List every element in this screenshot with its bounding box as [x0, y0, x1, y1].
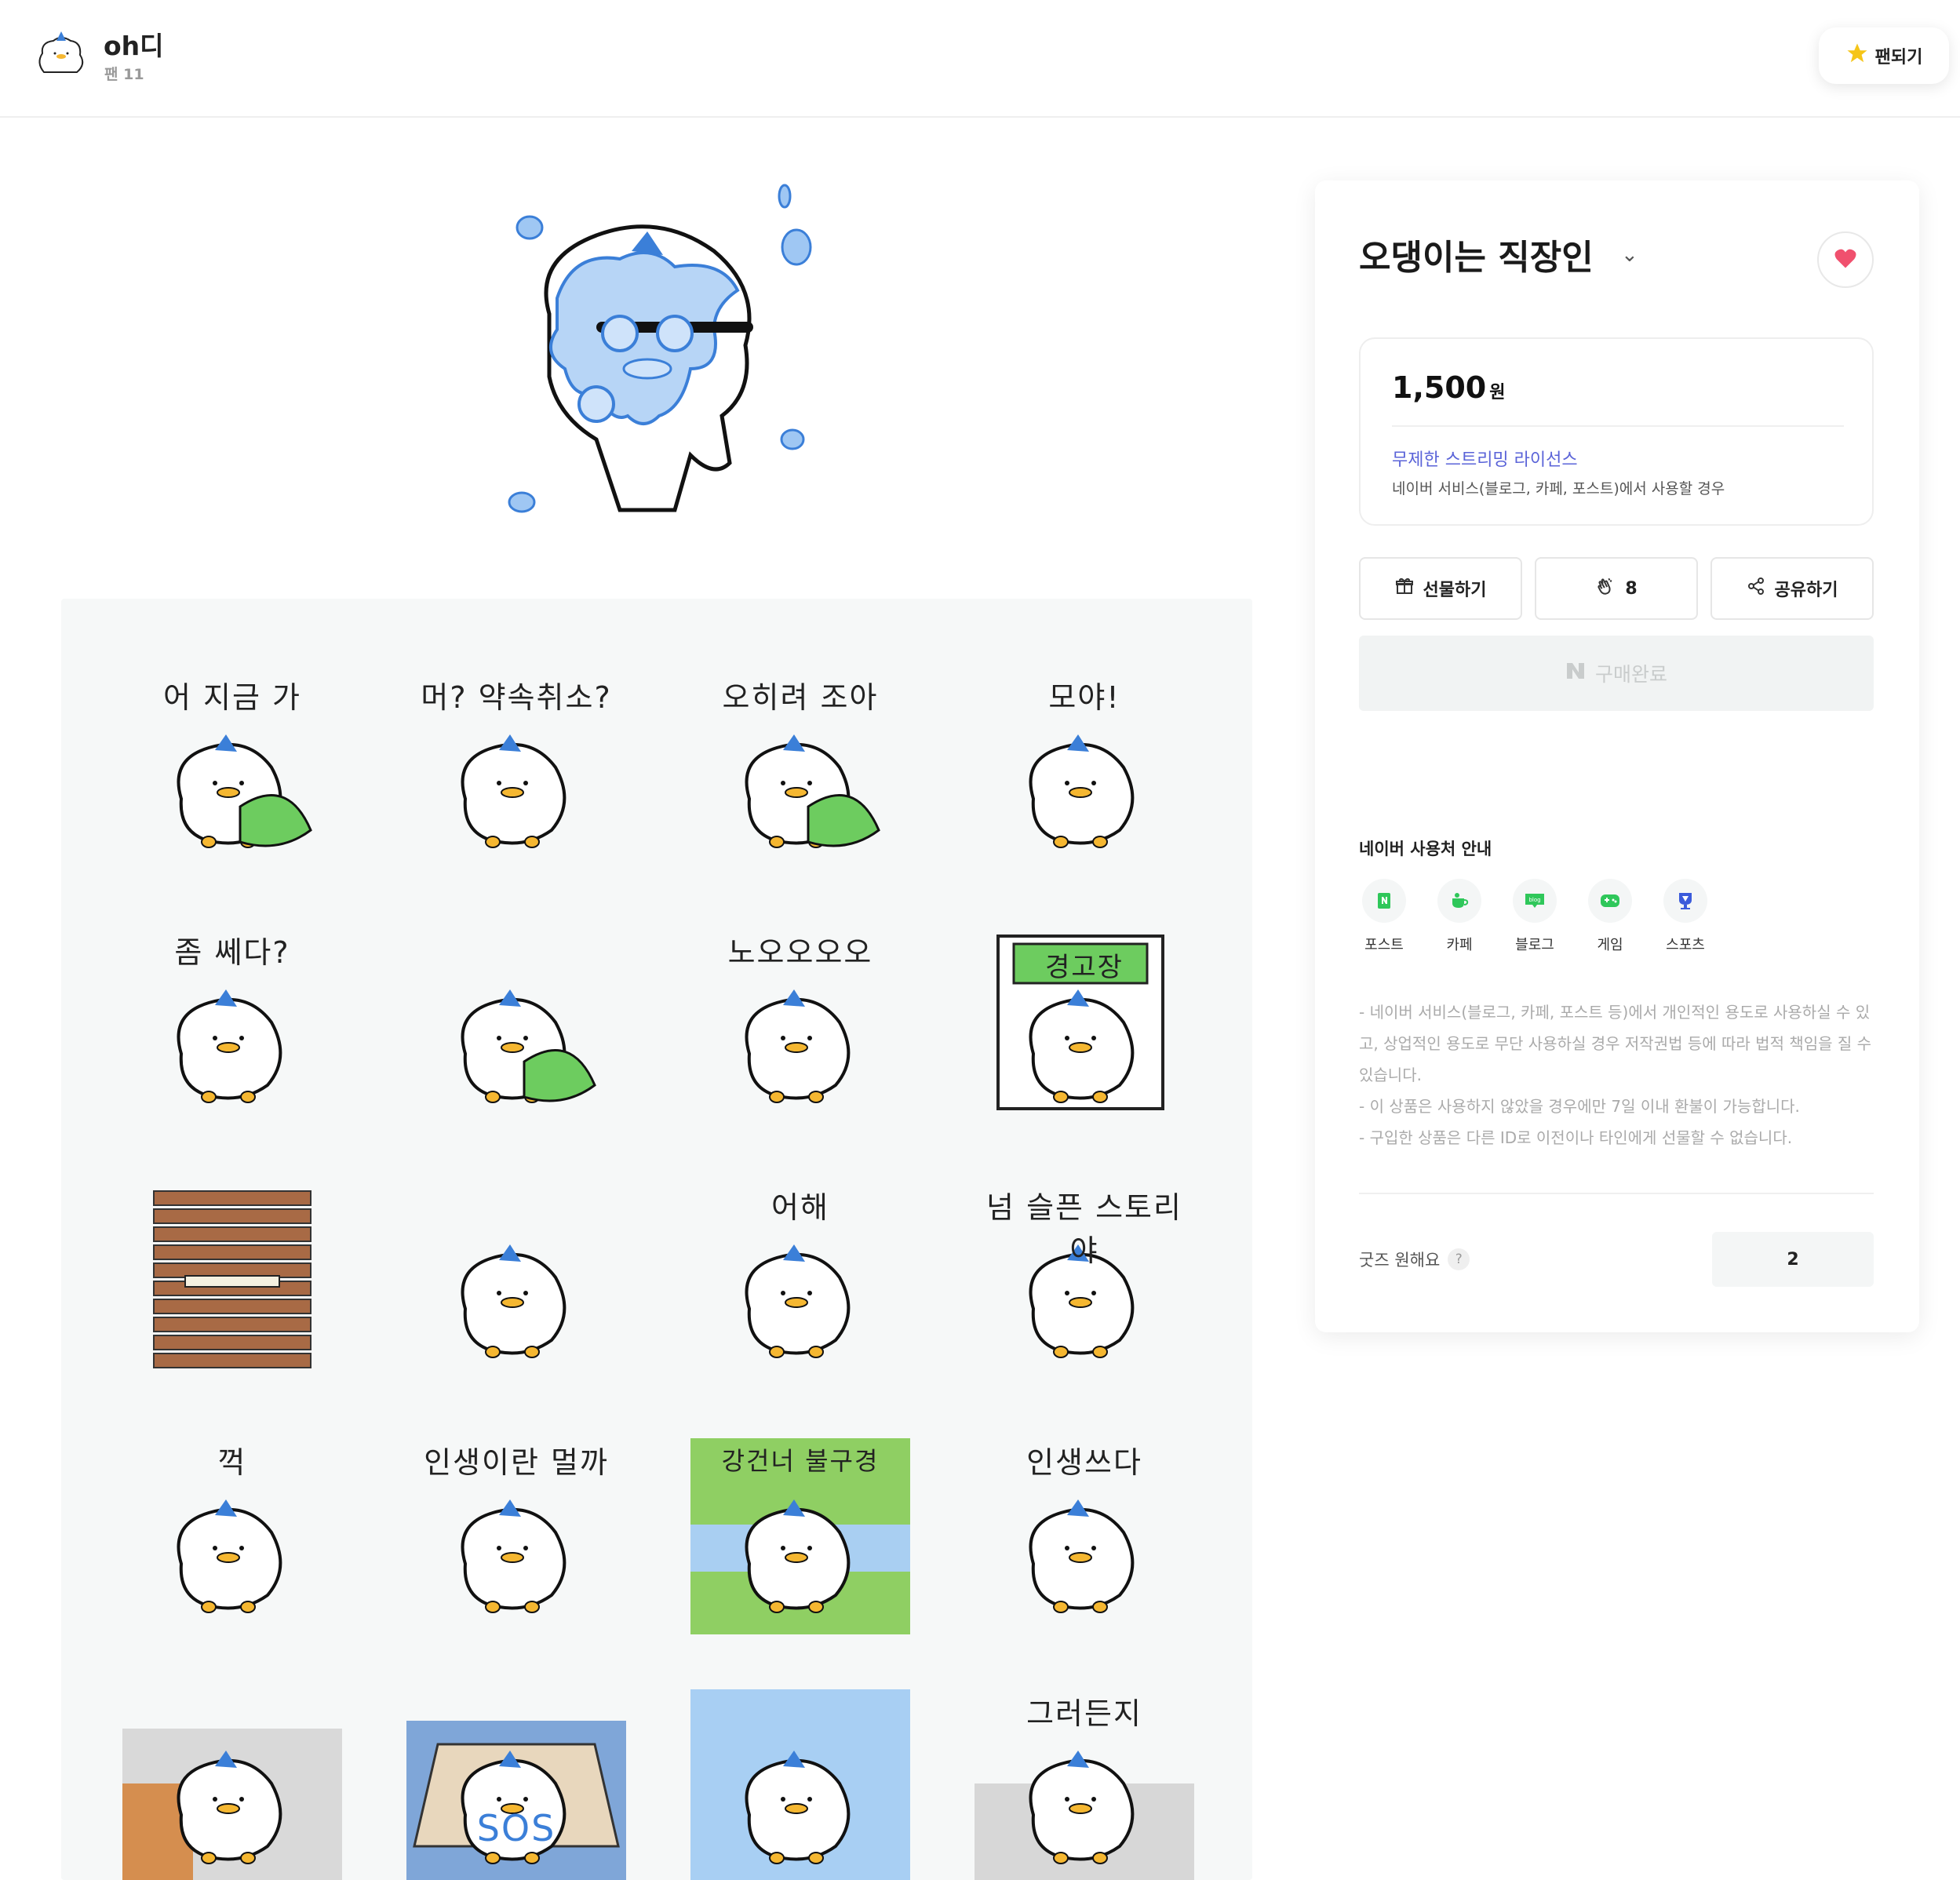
- sticker-item[interactable]: [122, 1689, 342, 1880]
- usage-label: 포스트: [1364, 937, 1404, 953]
- sticker-caption: 좀 쎄다?: [174, 935, 290, 970]
- share-label: 공유하기: [1774, 581, 1838, 600]
- sticker-item[interactable]: 오히려 조아: [690, 673, 910, 869]
- svg-text:blog: blog: [1528, 897, 1540, 903]
- sticker-grid: 어 지금 가 머? 약속취소? 오히려 조아 모야! 좀 쎄다? 노오오오오 경고장어해 넘 …: [61, 599, 1252, 1880]
- sticker-caption: 오히려 조아: [722, 680, 879, 715]
- license-description: 네이버 서비스(블로그, 카페, 포스트)에서 사용할 경우: [1392, 480, 1725, 497]
- sticker-caption: 모야!: [1048, 680, 1120, 715]
- sticker-item[interactable]: 모야!: [975, 673, 1194, 869]
- sticker-item[interactable]: 인생이란 멀까: [406, 1438, 626, 1634]
- game-icon: [1588, 879, 1632, 923]
- gift-label: 선물하기: [1423, 581, 1487, 600]
- blog-icon: blog: [1513, 879, 1557, 923]
- sticker-item[interactable]: 인생쓰다: [975, 1438, 1194, 1634]
- usage-title: 네이버 사용처 안내: [1359, 840, 1492, 858]
- sticker-caption: 머? 약속취소?: [421, 680, 612, 715]
- sticker-item[interactable]: [406, 1183, 626, 1379]
- usage-item-cafe: 카페: [1428, 879, 1491, 954]
- notice-line: - 이 상품은 사용하지 않았을 경우에만 7일 이내 환불이 가능합니다.: [1359, 1097, 1800, 1116]
- sticker-caption: 노오오오오: [727, 935, 873, 970]
- usage-item-blog: blog 블로그: [1503, 879, 1566, 954]
- divider: [1392, 425, 1844, 427]
- usage-item-sports: 스포츠: [1654, 879, 1717, 954]
- chevron-down-icon[interactable]: ⌄: [1621, 243, 1638, 267]
- pack-title: 오댕이는 직장인: [1359, 238, 1594, 278]
- sticker-caption: 넘 슬픈 스토리야: [986, 1190, 1182, 1268]
- share-icon: [1747, 577, 1765, 600]
- usage-label: 카페: [1446, 937, 1473, 953]
- sticker-caption: 강건너 불구경: [721, 1446, 880, 1476]
- usage-notice: - 네이버 서비스(블로그, 카페, 포스트 등)에서 개인적인 용도로 사용하…: [1359, 996, 1877, 1153]
- like-button[interactable]: [1817, 231, 1874, 288]
- usage-item-post: 포스트: [1353, 879, 1415, 954]
- sticker-item[interactable]: 머? 약속취소?: [406, 673, 626, 869]
- gift-button[interactable]: 선물하기: [1359, 557, 1522, 620]
- cafe-icon: [1437, 879, 1481, 923]
- sticker-item[interactable]: [122, 1183, 342, 1379]
- sticker-item[interactable]: 어해: [690, 1183, 910, 1379]
- heart-icon: [1834, 247, 1857, 272]
- fan-button-label: 팬되기: [1874, 48, 1923, 67]
- sticker-caption: 꺽: [217, 1445, 247, 1480]
- post-icon: [1362, 879, 1406, 923]
- sticker-item[interactable]: SOS: [406, 1689, 626, 1880]
- sticker-item[interactable]: 그러든지: [975, 1689, 1194, 1880]
- sticker-item[interactable]: 강건너 불구경: [690, 1438, 910, 1634]
- fan-button[interactable]: 팬되기: [1819, 27, 1949, 84]
- usage-label: 블로그: [1515, 937, 1554, 953]
- sticker-item[interactable]: 어 지금 가: [122, 673, 342, 869]
- sticker-item[interactable]: [406, 928, 626, 1124]
- help-icon[interactable]: ?: [1448, 1248, 1470, 1270]
- sticker-item[interactable]: [690, 1689, 910, 1880]
- divider: [1359, 1193, 1874, 1194]
- sticker-caption: 어해: [771, 1190, 829, 1225]
- sticker-item[interactable]: 꺽: [122, 1438, 342, 1634]
- sticker-item[interactable]: 경고장: [975, 928, 1194, 1124]
- goods-want-button[interactable]: 2: [1712, 1232, 1874, 1287]
- product-card: 오댕이는 직장인 ⌄ 1,500 원 무제한 스트리밍 라이선스 네이버 서비스(…: [1315, 180, 1919, 1332]
- gift-icon: [1395, 577, 1414, 600]
- sticker-caption: 인생쓰다: [1026, 1445, 1142, 1480]
- clap-icon: [1595, 576, 1616, 601]
- hero-sticker-image: [486, 180, 832, 541]
- creator-name[interactable]: oh디: [104, 25, 164, 63]
- sticker-caption: 인생이란 멀까: [424, 1445, 609, 1480]
- cheer-button[interactable]: 8: [1535, 557, 1698, 620]
- sticker-item[interactable]: 노오오오오: [690, 928, 910, 1124]
- sticker-caption: 경고장: [1045, 952, 1124, 983]
- license-title: 무제한 스트리밍 라이선스: [1392, 450, 1578, 470]
- notice-line: - 네이버 서비스(블로그, 카페, 포스트 등)에서 개인적인 용도로 사용하…: [1359, 1003, 1872, 1084]
- usage-label: 스포츠: [1666, 937, 1705, 953]
- sticker-caption: 그러든지: [1026, 1696, 1142, 1731]
- price-box: 1,500 원 무제한 스트리밍 라이선스 네이버 서비스(블로그, 카페, 포스…: [1359, 337, 1874, 526]
- share-button[interactable]: 공유하기: [1710, 557, 1874, 620]
- usage-item-game: 게임: [1579, 879, 1641, 954]
- purchase-label: 구매완료: [1594, 663, 1667, 686]
- sports-icon: [1663, 879, 1707, 923]
- sticker-item[interactable]: 좀 쎄다?: [122, 928, 342, 1124]
- naver-n-icon: [1565, 661, 1586, 685]
- sticker-caption: SOS: [476, 1807, 556, 1849]
- fan-count: 팬 11: [104, 66, 144, 83]
- sticker-item[interactable]: 넘 슬픈 스토리야: [975, 1183, 1194, 1379]
- top-bar: oh디 팬 11 팬되기: [0, 0, 1960, 118]
- purchase-complete-button[interactable]: 구매완료: [1359, 636, 1874, 711]
- usage-label: 게임: [1597, 937, 1623, 953]
- cheer-count: 8: [1625, 578, 1638, 599]
- notice-line: - 구입한 상품은 다른 ID로 이전이나 타인에게 선물할 수 없습니다.: [1359, 1128, 1793, 1147]
- goods-want-label: 굿즈 원해요 ?: [1359, 1248, 1470, 1271]
- price: 1,500 원: [1392, 370, 1506, 405]
- creator-avatar[interactable]: [30, 24, 93, 86]
- sticker-caption: 어 지금 가: [163, 680, 301, 715]
- star-icon: [1845, 42, 1869, 70]
